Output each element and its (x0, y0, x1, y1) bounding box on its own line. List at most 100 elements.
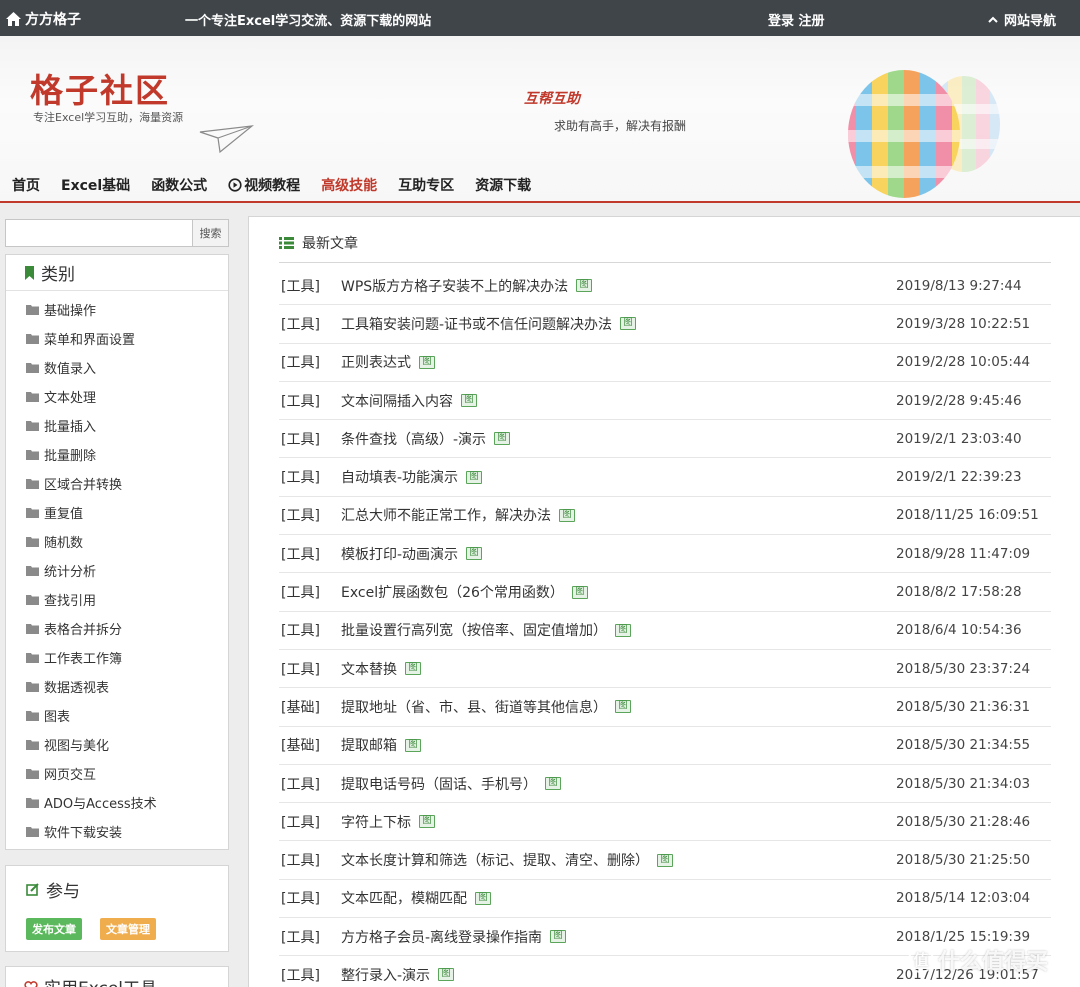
article-category[interactable]: [工具] (279, 467, 341, 487)
login-register-link[interactable]: 登录 注册 (768, 10, 825, 29)
category-item[interactable]: 数值录入 (6, 353, 228, 382)
folder-icon (26, 450, 39, 460)
article-title-link[interactable]: 工具箱安装问题-证书或不信任问题解决办法 (341, 314, 612, 334)
article-category[interactable]: [工具] (279, 620, 341, 640)
category-label: 工作表工作簿 (44, 652, 123, 667)
category-item[interactable]: 基础操作 (6, 295, 228, 324)
article-row: [工具] 批量设置行高列宽（按倍率、固定值增加） 图 2018/6/4 10:54:3… (279, 612, 1051, 650)
nav-home[interactable]: 首页 (12, 175, 40, 195)
article-category[interactable]: [工具] (279, 659, 341, 679)
nav-downloads[interactable]: 资源下载 (475, 175, 531, 195)
nav-excel-basics[interactable]: Excel基础 (61, 175, 130, 195)
bookmark-icon (25, 265, 34, 280)
article-title-link[interactable]: 字符上下标 (341, 812, 411, 832)
article-category[interactable]: [工具] (279, 812, 341, 832)
article-category[interactable]: [工具] (279, 888, 341, 908)
article-title-link[interactable]: 模板打印-动画演示 (341, 544, 458, 564)
article-title-link[interactable]: 正则表达式 (341, 352, 411, 372)
article-title-link[interactable]: 提取地址（省、市、县、街道等其他信息） (341, 697, 607, 717)
site-title[interactable]: 格子社区 (30, 64, 170, 112)
category-item[interactable]: 批量插入 (6, 411, 228, 440)
category-item[interactable]: 统计分析 (6, 556, 228, 585)
article-title-link[interactable]: 批量设置行高列宽（按倍率、固定值增加） (341, 620, 607, 640)
image-icon: 图 (620, 317, 637, 331)
article-row: [工具] Excel扩展函数包（26个常用函数） 图 2018/8/2 17:58:2… (279, 573, 1051, 612)
article-row: [工具] 提取电话号码（固话、手机号） 图 2018/5/30 21:34:03 (279, 765, 1051, 804)
article-category[interactable]: [工具] (279, 544, 341, 564)
category-item[interactable]: 查找引用 (6, 585, 228, 614)
category-item[interactable]: 随机数 (6, 527, 228, 556)
paper-plane-icon (199, 125, 254, 154)
article-title-link[interactable]: 提取电话号码（固话、手机号） (341, 774, 537, 794)
article-category[interactable]: [工具] (279, 314, 341, 334)
article-category[interactable]: [工具] (279, 850, 341, 870)
category-item[interactable]: 网页交互 (6, 759, 228, 788)
category-item[interactable]: 图表 (6, 701, 228, 730)
article-category[interactable]: [基础] (279, 735, 341, 755)
nav-help-zone[interactable]: 互助专区 (398, 175, 454, 195)
article-category[interactable]: [工具] (279, 352, 341, 372)
article-title-link[interactable]: 方方格子会员-离线登录操作指南 (341, 927, 542, 947)
article-category[interactable]: [工具] (279, 582, 341, 602)
article-title-link[interactable]: 提取邮箱 (341, 735, 397, 755)
article-row: [工具] 模板打印-动画演示图 2018/9/28 11:47:09 (279, 535, 1051, 574)
article-title-link[interactable]: 文本匹配，模糊匹配 (341, 888, 467, 908)
category-item[interactable]: 菜单和界面设置 (6, 324, 228, 353)
article-category[interactable]: [工具] (279, 505, 341, 525)
folder-icon (26, 566, 39, 576)
category-item[interactable]: 软件下载安装 (6, 817, 228, 846)
article-category[interactable]: [工具] (279, 927, 341, 947)
article-title-link[interactable]: 自动填表-功能演示 (341, 467, 458, 487)
site-nav-toggle[interactable]: 网站导航 (988, 10, 1056, 29)
publish-article-button[interactable]: 发布文章 (26, 918, 82, 940)
hot-air-balloon-illustration (848, 70, 1000, 198)
article-row: [工具] 汇总大师不能正常工作，解决办法图 2018/11/25 16:09:51 (279, 497, 1051, 536)
image-icon: 图 (419, 355, 435, 369)
article-title-link[interactable]: 文本间隔插入内容 (341, 391, 453, 411)
play-circle-icon (228, 178, 242, 192)
category-panel: 类别 基础操作 菜单和界面设置 数值录入 文本处理 批量插入 批量删除 区域合并转换 重复值随… (5, 254, 229, 850)
list-icon (279, 237, 294, 249)
category-item[interactable]: 数据透视表 (6, 672, 228, 701)
article-date: 2019/2/1 23:03:40 (896, 430, 1022, 447)
participate-panel: 参与 发布文章 文章管理 (5, 865, 229, 952)
article-date: 2018/8/2 17:58:28 (896, 584, 1022, 601)
article-date: 2019/2/28 10:05:44 (896, 354, 1031, 371)
main-nav: 首页 Excel基础 函数公式 视频教程 高级技能 互助专区 资源下载 (12, 175, 552, 195)
nav-functions[interactable]: 函数公式 (151, 175, 207, 195)
article-row: [工具] 工具箱安装问题-证书或不信任问题解决办法图 2019/3/28 10:22… (279, 305, 1051, 344)
home-link[interactable]: 方方格子 (6, 9, 81, 29)
image-icon: 图 (576, 279, 593, 293)
category-item[interactable]: 重复值 (6, 498, 228, 527)
nav-advanced-skills[interactable]: 高级技能 (321, 175, 377, 195)
article-category[interactable]: [工具] (279, 774, 341, 794)
article-category[interactable]: [基础] (279, 697, 341, 717)
category-item[interactable]: ADO与Access技术 (6, 788, 228, 817)
category-label: 随机数 (44, 536, 84, 551)
category-item[interactable]: 批量删除 (6, 440, 228, 469)
category-item[interactable]: 区域合并转换 (6, 469, 228, 498)
search-input[interactable] (5, 219, 193, 247)
image-icon: 图 (419, 815, 435, 829)
image-icon: 图 (494, 432, 511, 446)
article-category[interactable]: [工具] (279, 429, 341, 449)
article-title-link[interactable]: 文本替换 (341, 659, 397, 679)
article-row: [基础] 提取邮箱图 2018/5/30 21:34:55 (279, 727, 1051, 765)
article-title-link[interactable]: 条件查找（高级）-演示 (341, 429, 486, 449)
article-category[interactable]: [工具] (279, 276, 341, 296)
article-title-link[interactable]: 整行录入-演示 (341, 965, 430, 985)
article-category[interactable]: [工具] (279, 965, 341, 985)
category-item[interactable]: 工作表工作簿 (6, 643, 228, 672)
article-title-link[interactable]: 汇总大师不能正常工作，解决办法 (341, 505, 551, 525)
category-item[interactable]: 表格合并拆分 (6, 614, 228, 643)
article-title-link[interactable]: WPS版方方格子安装不上的解决办法 (341, 276, 568, 296)
search-button[interactable]: 搜索 (193, 219, 229, 247)
article-title-link[interactable]: Excel扩展函数包（26个常用函数） (341, 582, 564, 602)
manage-articles-button[interactable]: 文章管理 (100, 918, 156, 940)
folder-icon (26, 595, 39, 605)
article-category[interactable]: [工具] (279, 391, 341, 411)
category-item[interactable]: 视图与美化 (6, 730, 228, 759)
nav-video-tutorials[interactable]: 视频教程 (228, 175, 300, 195)
article-title-link[interactable]: 文本长度计算和筛选（标记、提取、清空、删除） (341, 850, 649, 870)
category-item[interactable]: 文本处理 (6, 382, 228, 411)
